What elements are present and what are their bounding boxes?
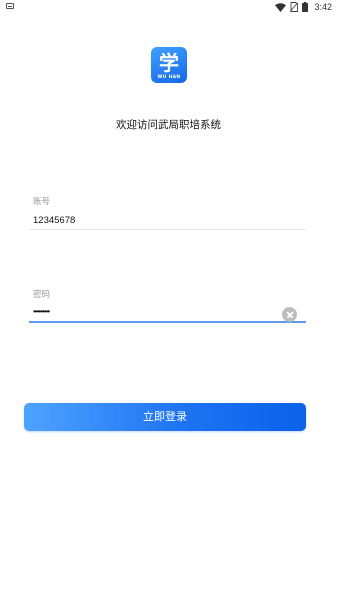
status-icons: 3:42 — [275, 1, 332, 13]
password-label: 密码 — [33, 290, 51, 300]
app-logo: 学 WU HAN — [151, 47, 187, 83]
account-label: 账号 — [33, 197, 51, 207]
status-time: 3:42 — [314, 2, 332, 12]
welcome-title: 欢迎访问武局职培系统 — [116, 119, 221, 131]
logo-caption: WU HAN — [157, 75, 181, 80]
account-underline — [29, 229, 306, 230]
account-input[interactable]: 12345678 — [33, 215, 75, 226]
clear-password-icon[interactable] — [282, 307, 297, 322]
login-button[interactable]: 立即登录 — [24, 403, 306, 431]
notification-icon — [6, 3, 14, 9]
battery-icon — [302, 2, 309, 12]
wifi-icon — [275, 2, 287, 12]
password-input[interactable]: ••••••••• — [33, 307, 50, 316]
logo-glyph: 学 — [159, 51, 179, 75]
password-underline — [29, 321, 306, 323]
login-screen: 3:42 学 WU HAN 欢迎访问武局职培系统 账号 12345678 密码 … — [0, 0, 337, 600]
no-sim-icon — [290, 2, 299, 12]
status-bar: 3:42 — [0, 0, 337, 14]
